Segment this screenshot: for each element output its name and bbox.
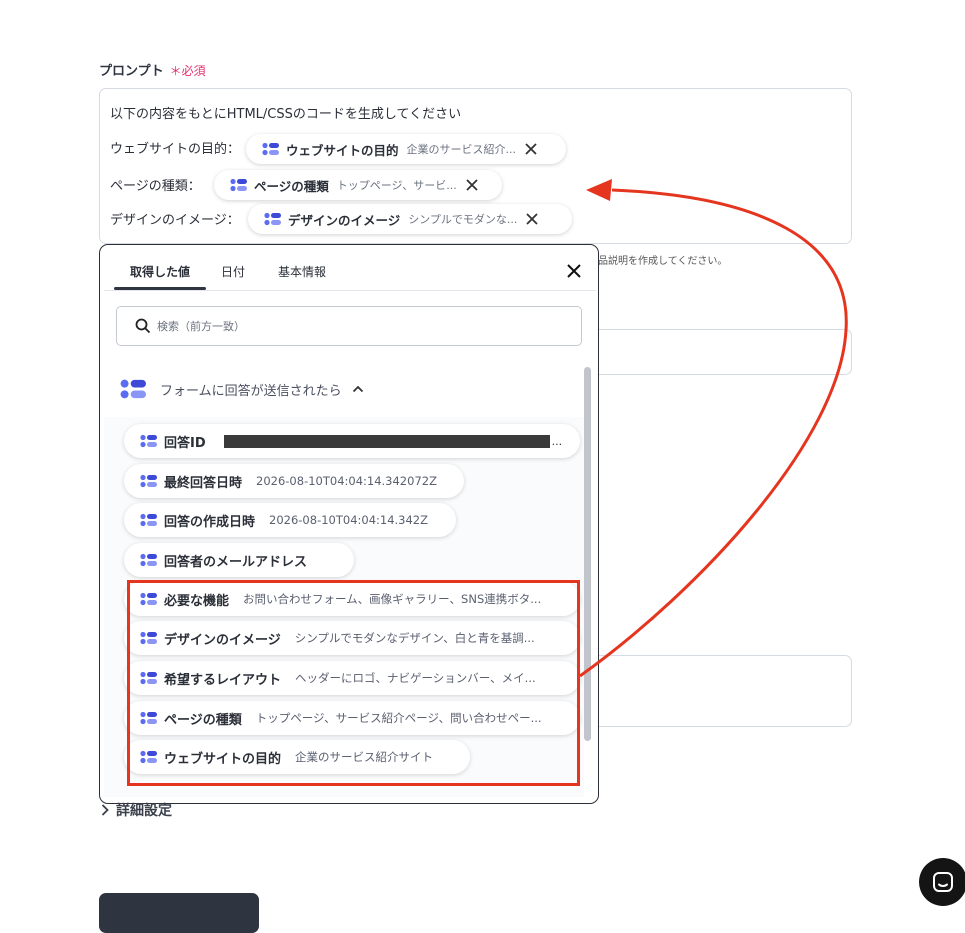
chip-name: デザインのイメージ [288, 212, 401, 228]
prompt-line-4: デザインのイメージ： [110, 213, 240, 228]
database-icon [140, 513, 157, 527]
prompt-line-2: ウェブサイトの目的： [110, 142, 241, 157]
group-label: フォームに回答が送信されたら [160, 383, 342, 399]
database-icon [230, 178, 247, 192]
variable-chip-website-purpose[interactable]: ウェブサイトの目的 企業のサービス紹介... [246, 134, 566, 164]
database-icon [120, 377, 146, 401]
background-input-field[interactable] [560, 329, 852, 375]
prompt-textarea[interactable]: 以下の内容をもとにHTML/CSSのコードを生成してください ウェブサイトの目的… [99, 88, 852, 244]
redacted-value [223, 434, 550, 448]
tab-basic-info[interactable]: 基本情報 [278, 263, 326, 280]
search-input[interactable]: 検索（前方一致） [116, 306, 582, 346]
item-value-ellipsis: ... [551, 434, 563, 448]
detail-settings-label: 詳細設定 [116, 803, 172, 819]
database-icon [140, 553, 157, 567]
remove-chip-icon[interactable] [522, 140, 540, 158]
database-icon [264, 212, 281, 226]
remove-chip-icon[interactable] [463, 176, 481, 194]
item-value: 2026-08-10T04:04:14.342Z [269, 513, 429, 527]
list-item-response-created-time[interactable]: 回答の作成日時 2026-08-10T04:04:14.342Z [124, 503, 456, 537]
detail-settings-toggle[interactable]: 詳細設定 [100, 800, 172, 820]
variable-chip-page-type[interactable]: ページの種類 トップページ、サービ... [214, 170, 502, 200]
item-value: 2026-08-10T04:04:14.342072Z [256, 474, 437, 488]
list-item-last-response-time[interactable]: 最終回答日時 2026-08-10T04:04:14.342072Z [124, 464, 464, 498]
close-icon[interactable] [562, 259, 586, 283]
tab-acquired-values[interactable]: 取得した値 [130, 263, 190, 280]
remove-chip-icon[interactable] [523, 210, 541, 228]
form-trigger-group-header[interactable]: フォームに回答が送信されたら [120, 377, 364, 401]
item-name: 回答者のメールアドレス [164, 554, 308, 570]
chip-value: 企業のサービス紹介... [406, 143, 517, 156]
chip-name: ページの種類 [254, 178, 329, 194]
database-icon [262, 142, 279, 156]
search-icon [135, 318, 151, 334]
chip-value: シンプルでモダンな... [408, 213, 518, 226]
required-mark: ＊必須 [169, 64, 206, 78]
field-hint-text: 品説明を作成してください。 [598, 256, 728, 267]
chip-value: トップページ、サービ... [336, 179, 457, 192]
chevron-up-icon [352, 385, 363, 393]
prompt-line-3: ページの種類： [110, 179, 201, 194]
search-placeholder: 検索（前方一致） [157, 320, 245, 333]
chat-support-button[interactable] [919, 858, 965, 906]
prompt-line-1: 以下の内容をもとにHTML/CSSのコードを生成してください [110, 107, 462, 122]
database-icon [140, 434, 157, 448]
primary-action-button[interactable] [99, 893, 259, 933]
item-name: 最終回答日時 [164, 475, 243, 491]
prompt-label: プロンプト ＊必須 [99, 60, 206, 79]
item-name: 回答ID [164, 435, 206, 451]
variable-chip-design-image[interactable]: デザインのイメージ シンプルでモダンな... [248, 204, 572, 234]
chevron-right-icon [101, 804, 109, 816]
database-icon [140, 474, 157, 488]
highlight-box [127, 580, 580, 786]
item-name: 回答の作成日時 [164, 514, 256, 530]
tab-date[interactable]: 日付 [221, 263, 245, 280]
chat-icon [933, 872, 953, 892]
prompt-label-text: プロンプト [99, 64, 164, 79]
chip-name: ウェブサイトの目的 [286, 142, 399, 158]
background-textarea-field[interactable] [560, 655, 852, 727]
tabs-divider [104, 290, 596, 291]
list-item-respondent-email[interactable]: 回答者のメールアドレス [124, 543, 354, 577]
list-item-response-id[interactable]: 回答ID ... [124, 424, 580, 458]
scrollbar[interactable] [584, 367, 591, 741]
